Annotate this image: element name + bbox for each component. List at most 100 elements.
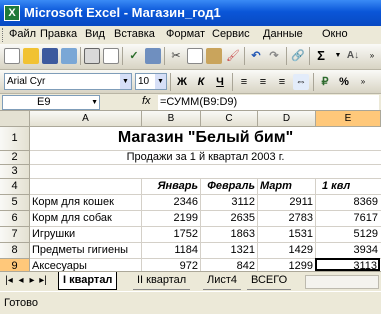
tab-quarter-1[interactable]: I квартал [58, 272, 118, 290]
italic-button[interactable]: К [193, 74, 209, 90]
save-icon[interactable] [42, 48, 58, 64]
tab-sheet4[interactable]: Лист4 [203, 272, 242, 290]
toolbar-options-icon[interactable]: » [364, 48, 380, 64]
last-sheet-icon[interactable]: ▸| [38, 275, 48, 286]
table-row-label[interactable]: Корм для кошек [30, 196, 142, 208]
menu-data[interactable]: Данные [263, 28, 303, 40]
next-sheet-icon[interactable]: ▸ [27, 275, 37, 286]
align-center-icon[interactable]: ≡ [255, 74, 271, 90]
formula-input[interactable]: =СУММ(B9:D9) [158, 95, 379, 110]
menu-file[interactable]: Файл [9, 28, 36, 40]
column-header-b[interactable]: B [142, 111, 201, 127]
chevron-down-icon[interactable]: ▼ [330, 48, 346, 64]
data-cell[interactable]: 5129 [316, 228, 380, 240]
menu-tools[interactable]: Сервис [212, 28, 250, 40]
data-cell[interactable]: 7617 [316, 212, 380, 224]
column-header-a[interactable]: A [30, 111, 142, 127]
undo-icon[interactable]: ↶ [248, 48, 264, 64]
tab-quarter-2[interactable]: II квартал [133, 272, 191, 290]
data-cell[interactable]: 2199 [142, 212, 200, 224]
format-painter-icon[interactable]: 🖌 [225, 48, 241, 64]
header-cell-march[interactable]: Март [258, 180, 315, 192]
data-cell[interactable]: 2635 [201, 212, 257, 224]
menu-window[interactable]: Окно [322, 28, 348, 40]
underline-button[interactable]: Ч [212, 74, 228, 90]
menu-grip-icon[interactable] [2, 28, 5, 42]
row-header-8[interactable]: 8 [0, 243, 30, 259]
menu-format[interactable]: Формат [166, 28, 205, 40]
permission-icon[interactable] [61, 48, 77, 64]
row-header-6[interactable]: 6 [0, 211, 30, 227]
copy-icon[interactable] [187, 48, 203, 64]
column-header-d[interactable]: D [258, 111, 316, 127]
data-cell[interactable]: 3112 [201, 196, 257, 208]
font-size-combo[interactable]: 10 ▼ [135, 73, 167, 90]
prev-sheet-icon[interactable]: ◂ [16, 275, 26, 286]
row-header-5[interactable]: 5 [0, 195, 30, 211]
toolbar-options-icon[interactable]: » [355, 74, 371, 90]
data-cell[interactable]: 1184 [142, 244, 200, 256]
sheet-subtitle-cell[interactable]: Продажи за 1 й квартал 2003 г. [30, 151, 381, 163]
standard-toolbar: ✓ ✂ 🖌 ↶ ↷ 🔗 Σ ▼ А↓ » [0, 44, 381, 70]
first-sheet-icon[interactable]: |◂ [4, 275, 14, 286]
menu-insert[interactable]: Вставка [114, 28, 155, 40]
merge-center-icon[interactable]: ⇔ [293, 74, 309, 90]
data-cell[interactable]: 8369 [316, 196, 380, 208]
name-box[interactable]: E9 ▼ [2, 95, 100, 110]
chevron-down-icon[interactable]: ▼ [120, 74, 131, 89]
fx-icon[interactable]: fx [142, 95, 151, 107]
tab-total[interactable]: ВСЕГО [247, 272, 292, 290]
column-header-e[interactable]: E [316, 111, 381, 127]
new-document-icon[interactable] [4, 48, 20, 64]
research-icon[interactable] [145, 48, 161, 64]
data-cell[interactable]: 1429 [258, 244, 315, 256]
paste-icon[interactable] [206, 48, 222, 64]
data-cell[interactable]: 2783 [258, 212, 315, 224]
row-header-3[interactable]: 3 [0, 165, 30, 179]
autosum-icon[interactable]: Σ [313, 48, 329, 64]
row-header-1[interactable]: 1 [0, 127, 30, 151]
sheet-title-cell[interactable]: Магазин "Белый бим" [30, 129, 381, 147]
hyperlink-icon[interactable]: 🔗 [290, 48, 306, 64]
percent-icon[interactable]: % [336, 74, 352, 90]
row-header-7[interactable]: 7 [0, 227, 30, 243]
cut-icon[interactable]: ✂ [168, 48, 184, 64]
header-cell-january[interactable]: Январь [142, 180, 200, 192]
status-bar: Готово [0, 291, 381, 314]
menu-view[interactable]: Вид [85, 28, 105, 40]
table-row-label[interactable]: Предметы гигиены [30, 244, 142, 256]
row-header-2[interactable]: 2 [0, 151, 30, 165]
data-cell[interactable]: 1321 [201, 244, 257, 256]
data-cell[interactable]: 1863 [201, 228, 257, 240]
chevron-down-icon[interactable]: ▼ [155, 74, 166, 89]
header-cell-february[interactable]: Февраль [201, 180, 257, 192]
excel-app-icon[interactable]: X [4, 5, 20, 21]
currency-icon[interactable]: ₽ [317, 74, 333, 90]
horizontal-scrollbar[interactable] [305, 275, 379, 289]
spelling-icon[interactable]: ✓ [126, 48, 142, 64]
data-cell[interactable]: 1531 [258, 228, 315, 240]
print-icon[interactable] [84, 48, 100, 64]
menu-edit[interactable]: Правка [40, 28, 77, 40]
bold-button[interactable]: Ж [174, 74, 190, 90]
row-header-4[interactable]: 4 [0, 179, 30, 195]
data-cell[interactable]: 2346 [142, 196, 200, 208]
formatting-toolbar: Arial Cyr ▼ 10 ▼ Ж К Ч ≡ ≡ ≡ ⇔ ₽ % » [0, 70, 381, 94]
data-cell[interactable]: 2911 [258, 196, 315, 208]
font-name-combo[interactable]: Arial Cyr ▼ [4, 73, 132, 90]
chevron-down-icon[interactable]: ▼ [91, 96, 98, 109]
column-header-c[interactable]: C [201, 111, 258, 127]
open-folder-icon[interactable] [23, 48, 39, 64]
redo-icon[interactable]: ↷ [266, 48, 282, 64]
align-right-icon[interactable]: ≡ [274, 74, 290, 90]
table-row-label[interactable]: Корм для собак [30, 212, 142, 224]
table-row-label[interactable]: Игрушки [30, 228, 142, 240]
sort-ascending-icon[interactable]: А↓ [345, 48, 361, 64]
select-all-corner[interactable] [0, 111, 30, 127]
menu-bar: Файл Правка Вид Вставка Формат Сервис Да… [0, 26, 381, 44]
data-cell[interactable]: 1752 [142, 228, 200, 240]
print-preview-icon[interactable] [103, 48, 119, 64]
header-cell-quarter-total[interactable]: 1 квл [316, 180, 380, 192]
data-cell[interactable]: 3934 [316, 244, 380, 256]
align-left-icon[interactable]: ≡ [236, 74, 252, 90]
